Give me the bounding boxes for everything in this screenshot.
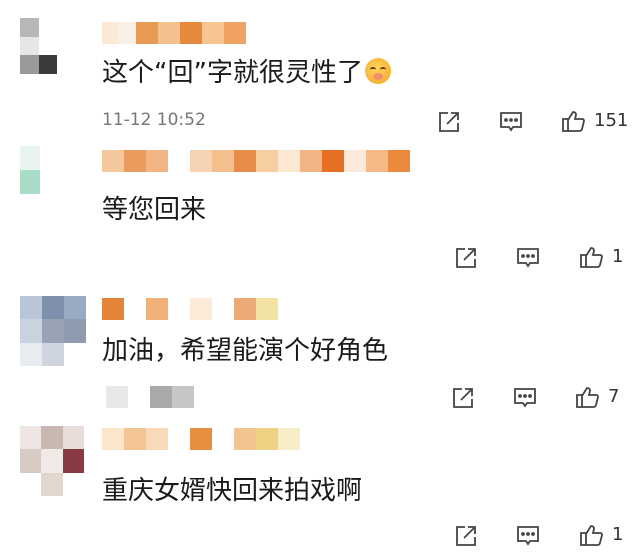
comment-icon[interactable] <box>512 385 538 411</box>
comment-actions: 1 <box>0 244 640 272</box>
avatar[interactable] <box>20 18 76 74</box>
share-icon[interactable] <box>453 245 479 271</box>
thumbs-up-icon[interactable] <box>578 244 604 270</box>
username[interactable] <box>102 428 300 450</box>
share-icon[interactable] <box>453 523 479 549</box>
like-count: 1 <box>612 246 624 267</box>
avatar[interactable] <box>20 426 84 496</box>
thumbs-up-icon[interactable] <box>578 522 604 548</box>
avatar[interactable] <box>20 146 80 218</box>
avatar[interactable] <box>20 296 86 366</box>
comment-icon[interactable] <box>498 109 524 135</box>
comment-text: 这个“回”字就很灵性了 <box>102 56 391 90</box>
timestamp: 11-12 10:52 <box>102 110 206 130</box>
thumbs-up-icon[interactable] <box>574 384 600 410</box>
username[interactable] <box>102 150 410 172</box>
username[interactable] <box>102 298 278 320</box>
like-count: 7 <box>608 386 620 407</box>
share-icon[interactable] <box>436 109 462 135</box>
comment-text: 加油，希望能演个好角色 <box>102 336 389 366</box>
comment-actions: 7 <box>0 384 640 412</box>
comment-actions: 1 <box>0 522 640 550</box>
blush-emoji-icon <box>364 58 391 84</box>
comment-icon[interactable] <box>515 523 541 549</box>
username[interactable] <box>102 22 246 44</box>
share-icon[interactable] <box>450 385 476 411</box>
like-count: 1 <box>612 524 624 545</box>
like-count: 151 <box>594 110 629 131</box>
comment-actions: 11-12 10:52 151 <box>0 108 640 136</box>
comment-text: 重庆女婿快回来拍戏啊 <box>102 476 363 506</box>
thumbs-up-icon[interactable] <box>560 108 586 134</box>
comment-text: 等您回来 <box>102 195 207 225</box>
comment-icon[interactable] <box>515 245 541 271</box>
